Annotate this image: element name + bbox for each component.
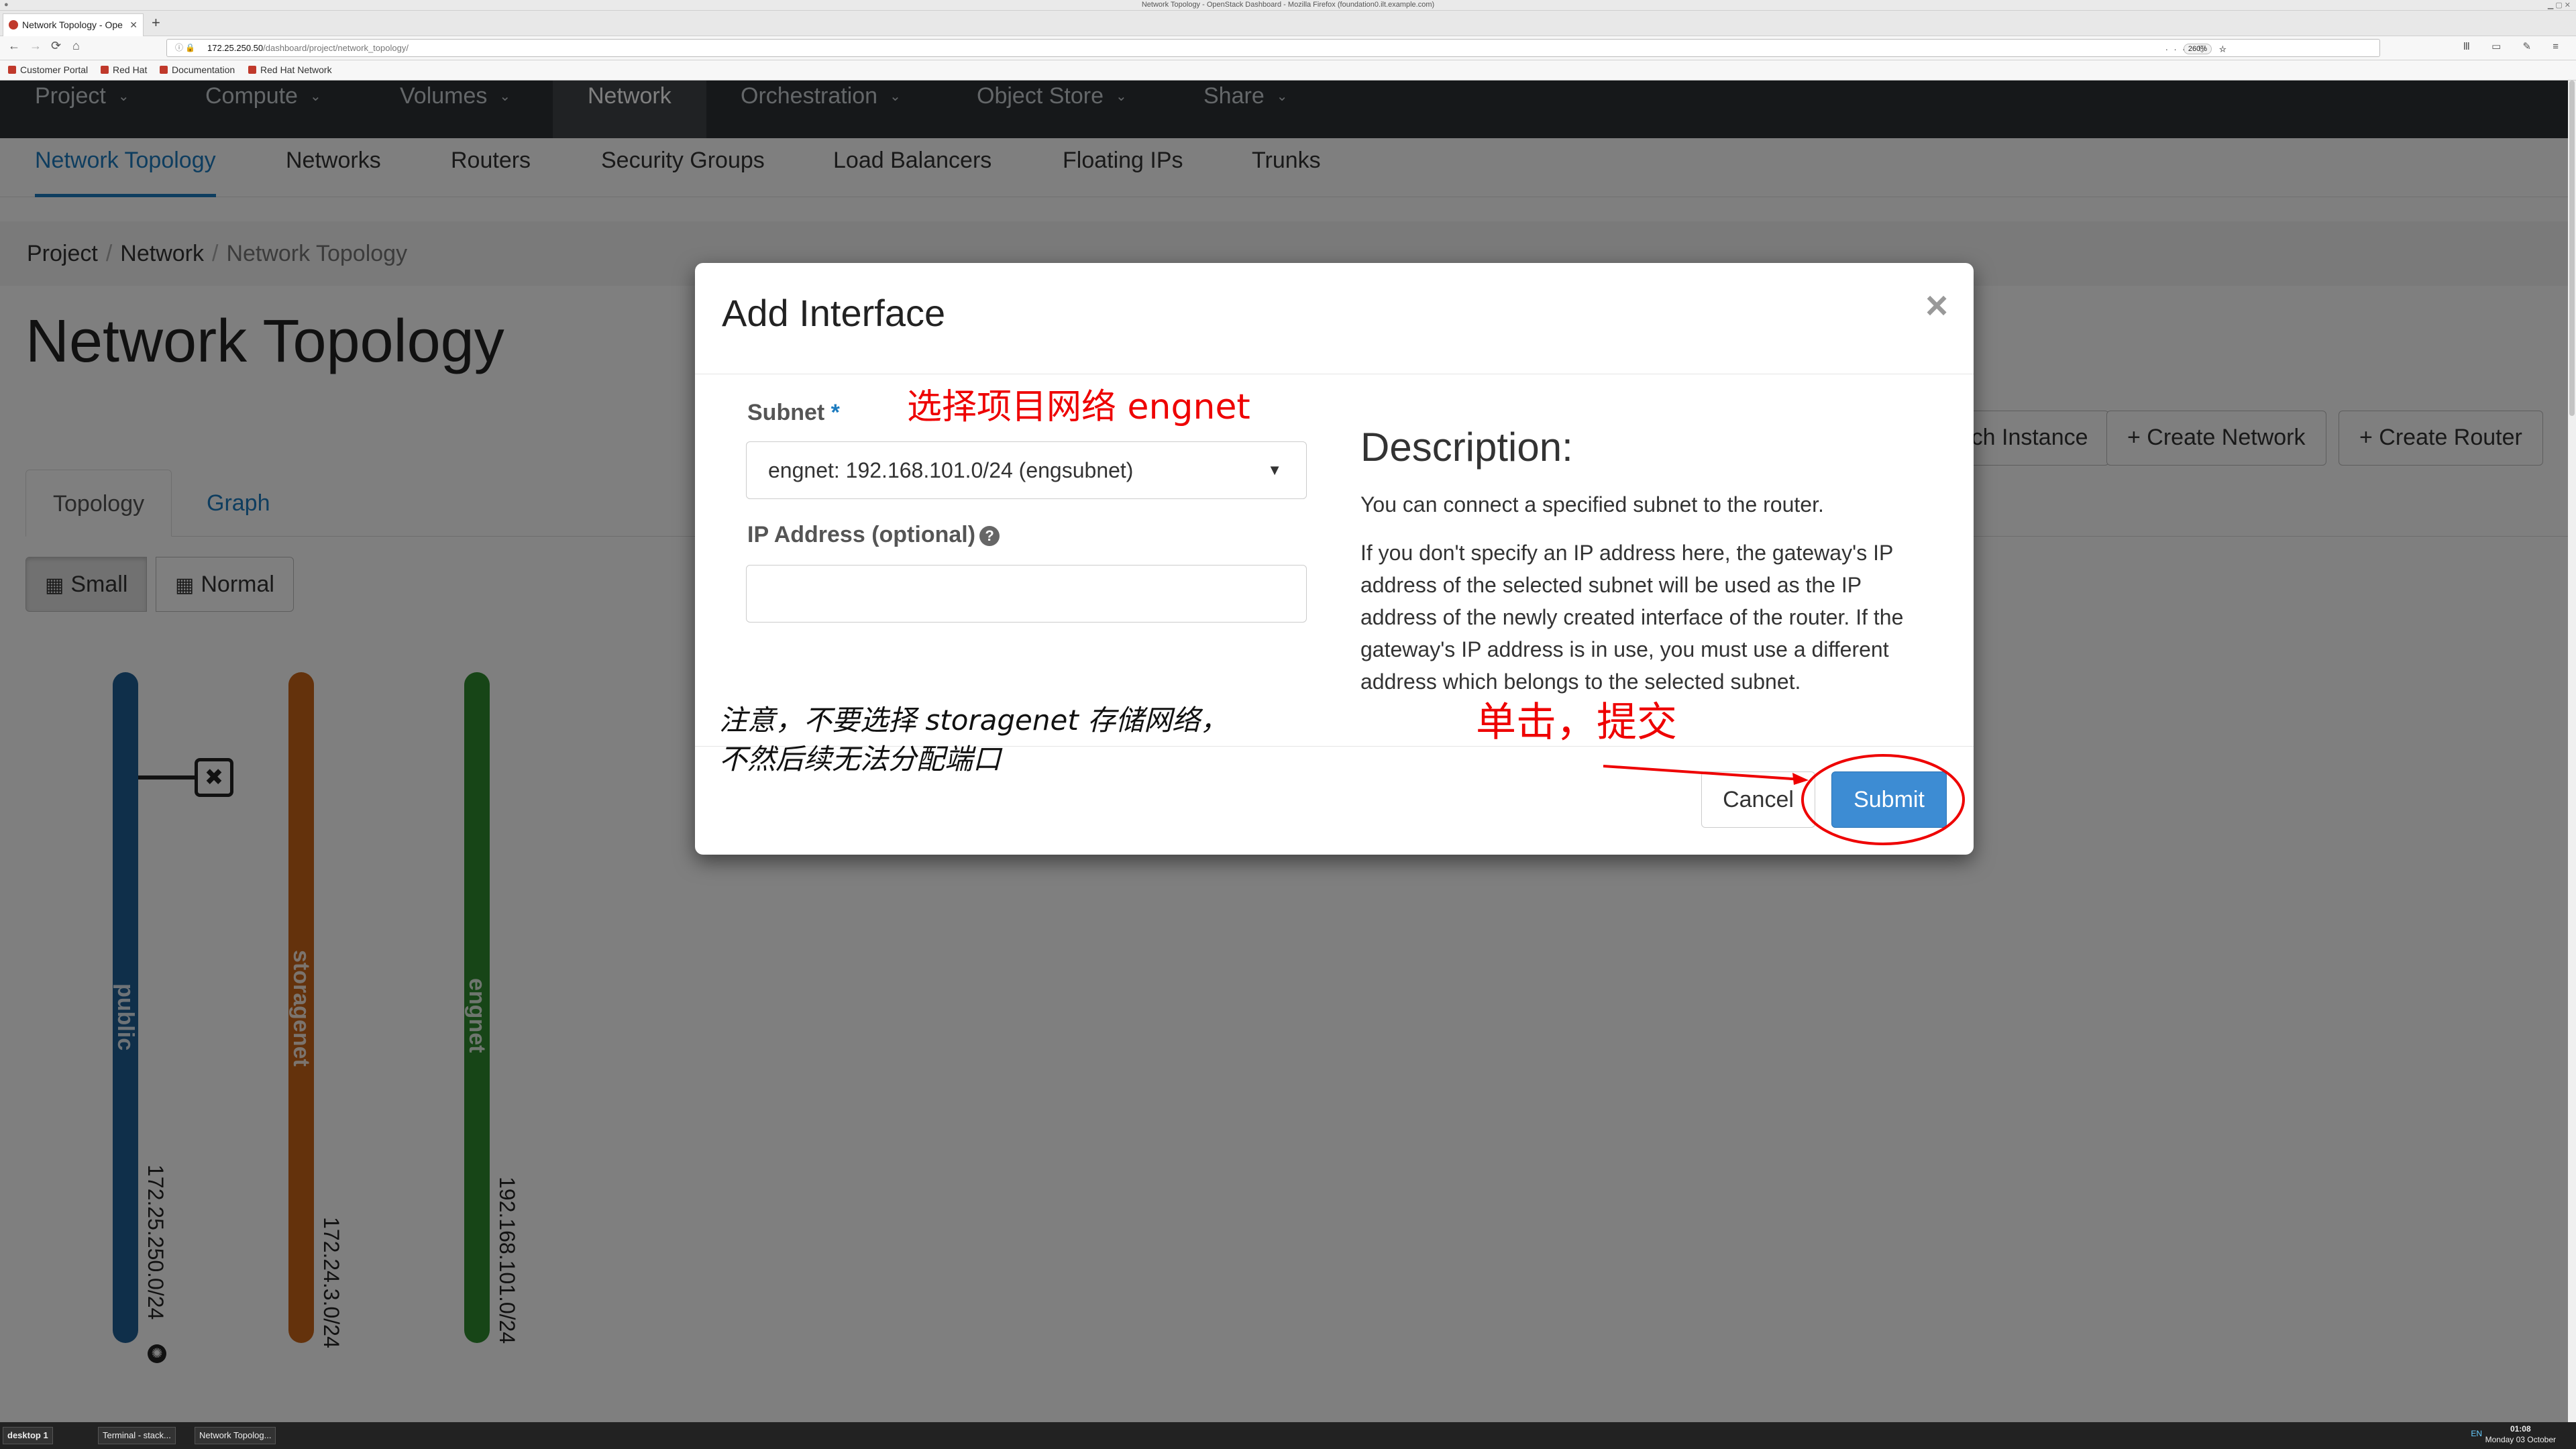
annotation-circle [1801, 754, 1965, 845]
subnet-select-value: engnet: 192.168.101.0/24 (engsubnet) [768, 458, 1134, 482]
description-text-1: You can connect a specified subnet to th… [1360, 492, 1824, 517]
taskbar-desktop[interactable]: desktop 1 [3, 1427, 53, 1444]
bookmark-item[interactable]: Red Hat [101, 64, 147, 75]
bookmark-item[interactable]: Documentation [160, 64, 235, 75]
os-taskbar: desktop 1 Terminal - stack... Network To… [0, 1422, 2576, 1449]
reload-icon[interactable]: ⟳ [51, 39, 61, 53]
bookmark-item[interactable]: Customer Portal [8, 64, 88, 75]
new-tab-button[interactable]: + [152, 13, 160, 32]
subnet-select[interactable]: engnet: 192.168.101.0/24 (engsubnet) ▼ [746, 441, 1307, 499]
taskbar-firefox[interactable]: Network Topolog... [195, 1427, 276, 1444]
window-controls[interactable]: ▁ ▢ ✕ [2548, 1, 2571, 9]
bookmark-item[interactable]: Red Hat Network [248, 64, 332, 75]
page-actions-icon[interactable]: ··· ⛉ ☆ [2165, 41, 2232, 58]
annotation-click-submit: 单击，提交 [1476, 699, 1677, 746]
window-title: Network Topology - OpenStack Dashboard -… [1141, 1, 1435, 9]
description-text-2: If you don't specify an IP address here,… [1360, 541, 1904, 694]
ip-address-input[interactable] [746, 565, 1307, 623]
site-info-icon[interactable]: ⓘ 🔒 [175, 40, 195, 56]
annotation-warning-line2: 不然后续无法分配端口 [719, 743, 1002, 775]
help-icon[interactable]: ? [979, 526, 1000, 547]
browser-tab[interactable]: Network Topology - Ope ✕ [3, 13, 144, 36]
close-icon[interactable]: × [1925, 283, 1948, 328]
forward-icon[interactable]: → [30, 39, 42, 53]
tab-favicon-icon [9, 20, 18, 30]
subnet-label: Subnet * [747, 400, 840, 425]
dialog-header: Add Interface × [695, 263, 1974, 374]
toolbar-right-icons[interactable]: Ⅲ ▭ ✎ ≡ [2463, 40, 2568, 52]
tab-title: Network Topology - Ope [22, 19, 123, 30]
caret-down-icon: ▼ [1267, 462, 1282, 478]
page-scrollbar[interactable] [2568, 80, 2576, 1422]
bookmarks-bar: Customer Portal Red Hat Documentation Re… [0, 60, 2576, 80]
required-mark: * [830, 400, 840, 425]
url-bar[interactable]: ⓘ 🔒 172.25.250.50/dashboard/project/netw… [166, 39, 2380, 57]
scrollbar-thumb[interactable] [2569, 80, 2575, 416]
back-icon[interactable]: ← [8, 39, 20, 53]
window-titlebar: ● Network Topology - OpenStack Dashboard… [0, 0, 2576, 11]
dialog-title: Add Interface [722, 292, 946, 334]
url-path: /dashboard/project/network_topology/ [263, 43, 409, 53]
keyboard-layout[interactable]: EN [2471, 1429, 2482, 1438]
url-host: 172.25.250.50 [207, 43, 264, 53]
ip-address-label: IP Address (optional)? [747, 522, 1000, 548]
taskbar-terminal[interactable]: Terminal - stack... [98, 1427, 176, 1444]
annotation-warning-line1: 注意，不要选择 storagenet 存储网络， [719, 704, 1229, 737]
home-icon[interactable]: ⌂ [72, 39, 80, 53]
annotation-arrow [1603, 765, 1809, 785]
description-title: Description: [1360, 425, 1573, 470]
clock[interactable]: 01:08 Monday 03 October [2485, 1424, 2556, 1445]
tab-strip: Network Topology - Ope ✕ + [0, 11, 2576, 36]
navigation-toolbar: ← → ⟳ ⌂ ⓘ 🔒 172.25.250.50/dashboard/proj… [0, 36, 2576, 60]
add-interface-dialog: Add Interface × Subnet * engnet: 192.168… [695, 263, 1974, 855]
close-tab-icon[interactable]: ✕ [129, 14, 138, 36]
annotation-select-subnet: 选择项目网络 engnet [907, 387, 1250, 427]
